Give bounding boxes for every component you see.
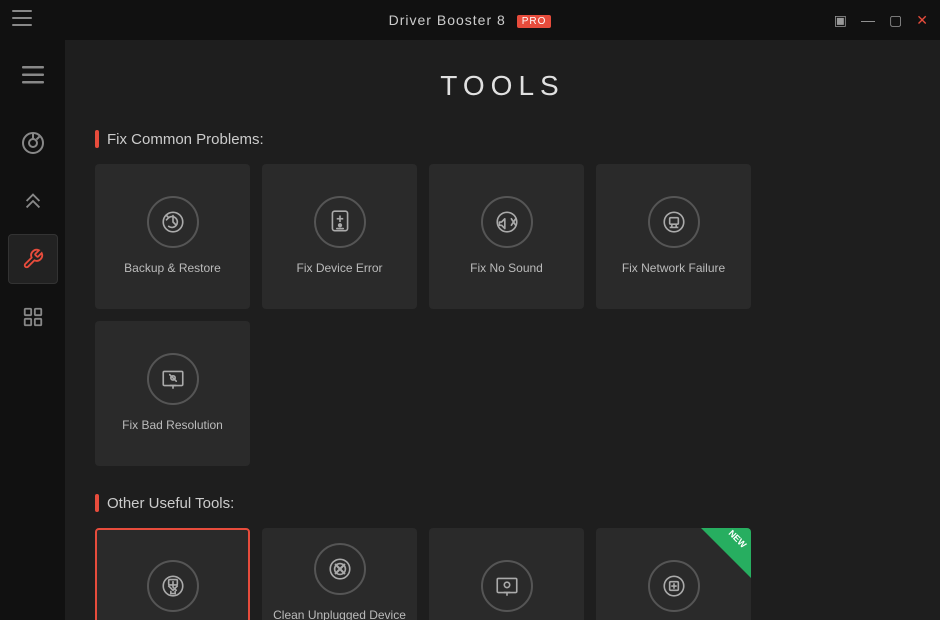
pro-badge: PRO — [517, 15, 552, 28]
tool-fix-network-failure[interactable]: Fix Network Failure — [596, 164, 751, 309]
tool-clean-unplugged[interactable]: Clean Unplugged Device Data 118 devices — [262, 528, 417, 620]
tool-fix-device-error[interactable]: Fix Device Error — [262, 164, 417, 309]
no-sound-icon — [481, 196, 533, 248]
sidebar-item-menu[interactable] — [8, 50, 58, 100]
window-controls: ▣ — ▢ ✕ — [834, 12, 928, 29]
tool-system-information[interactable]: System Information — [429, 528, 584, 620]
fix-common-grid: Backup & Restore Fix Device Error — [95, 164, 910, 466]
bad-resolution-label: Fix Bad Resolution — [114, 417, 231, 434]
other-tools-title: Other Useful Tools: — [107, 495, 234, 512]
chat-icon[interactable]: ▣ — [834, 12, 847, 29]
sidebar-item-tools[interactable] — [8, 234, 58, 284]
content-area: TOOLS Fix Common Problems: Backup & Rest… — [65, 40, 940, 620]
fix-common-header: Fix Common Problems: — [95, 130, 910, 148]
clean-unplugged-label: Clean Unplugged Device Data 118 devices — [262, 607, 417, 620]
section-bar — [95, 130, 99, 148]
bad-resolution-icon — [147, 353, 199, 405]
sidebar — [0, 40, 65, 620]
app-title: Driver Booster 8 PRO — [389, 12, 552, 28]
backup-icon — [147, 196, 199, 248]
tool-fix-no-sound[interactable]: Fix No Sound — [429, 164, 584, 309]
minimize-icon[interactable]: — — [861, 12, 875, 28]
backup-label: Backup & Restore — [116, 260, 229, 277]
maximize-icon[interactable]: ▢ — [889, 12, 902, 29]
no-sound-label: Fix No Sound — [462, 260, 551, 277]
sidebar-item-boost[interactable] — [8, 176, 58, 226]
device-error-icon — [314, 196, 366, 248]
menu-button[interactable] — [12, 10, 32, 31]
tool-software-updater[interactable]: NEW Software Updater — [596, 528, 751, 620]
tool-fix-bad-resolution[interactable]: Fix Bad Resolution — [95, 321, 250, 466]
section-bar-2 — [95, 494, 99, 512]
software-updater-icon — [648, 560, 700, 612]
close-icon[interactable]: ✕ — [916, 12, 928, 29]
tool-offline-driver-updater[interactable]: Offline Driver Updater — [95, 528, 250, 620]
titlebar: Driver Booster 8 PRO ▣ — ▢ ✕ — [0, 0, 940, 40]
tool-backup-restore[interactable]: Backup & Restore — [95, 164, 250, 309]
other-tools-grid: Offline Driver Updater Clean Unplugged D… — [95, 528, 910, 620]
main-layout: TOOLS Fix Common Problems: Backup & Rest… — [0, 40, 940, 620]
other-tools-header: Other Useful Tools: — [95, 494, 910, 512]
clean-unplugged-icon — [314, 543, 366, 595]
device-error-label: Fix Device Error — [288, 260, 390, 277]
network-failure-icon — [648, 196, 700, 248]
page-title: TOOLS — [95, 70, 910, 102]
fix-common-title: Fix Common Problems: — [107, 131, 264, 148]
sidebar-item-dashboard[interactable] — [8, 118, 58, 168]
network-failure-label: Fix Network Failure — [614, 260, 733, 277]
system-info-icon — [481, 560, 533, 612]
sidebar-item-apps[interactable] — [8, 292, 58, 342]
offline-driver-icon — [147, 560, 199, 612]
